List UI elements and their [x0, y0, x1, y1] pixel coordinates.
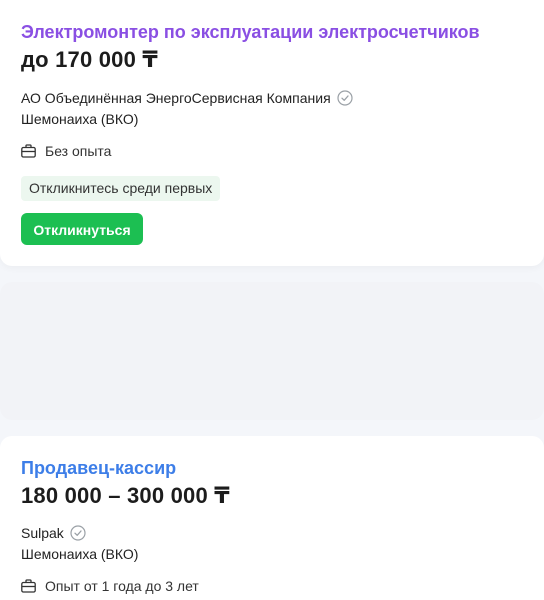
briefcase-icon: [21, 144, 36, 158]
check-circle-icon: [337, 90, 353, 106]
vacancy-card: Электромонтер по эксплуатации электросче…: [0, 0, 544, 266]
respond-button[interactable]: Откликнуться: [21, 213, 143, 245]
respond-first-badge: Откликнитесь среди первых: [21, 176, 221, 201]
vacancy-salary: до 170 000 ₸: [21, 47, 158, 72]
company-name[interactable]: АО Объединённая ЭнергоСервисная Компания: [21, 90, 353, 106]
company-name-label: Sulpak: [21, 525, 64, 541]
vacancy-title-link[interactable]: Продавец-кассир: [21, 458, 176, 479]
company-name[interactable]: Sulpak: [21, 525, 86, 541]
vacancy-salary: 180 000 – 300 000 ₸: [21, 483, 230, 508]
briefcase-icon: [21, 579, 36, 593]
experience-label: Опыт от 1 года до 3 лет: [45, 578, 199, 594]
vacancy-title-link[interactable]: Электромонтер по эксплуатации электросче…: [21, 22, 480, 43]
vacancy-card: Продавец-кассир 180 000 – 300 000 ₸ Sulp…: [0, 436, 544, 600]
vacancy-experience: Опыт от 1 года до 3 лет: [21, 578, 199, 594]
experience-label: Без опыта: [45, 143, 112, 159]
vacancy-location: Шемонаиха (ВКО): [21, 111, 139, 127]
vacancy-location: Шемонаиха (ВКО): [21, 546, 139, 562]
vacancy-experience: Без опыта: [21, 143, 111, 159]
check-circle-icon: [70, 525, 86, 541]
company-name-label: АО Объединённая ЭнергоСервисная Компания: [21, 90, 331, 106]
empty-block: [0, 282, 544, 420]
